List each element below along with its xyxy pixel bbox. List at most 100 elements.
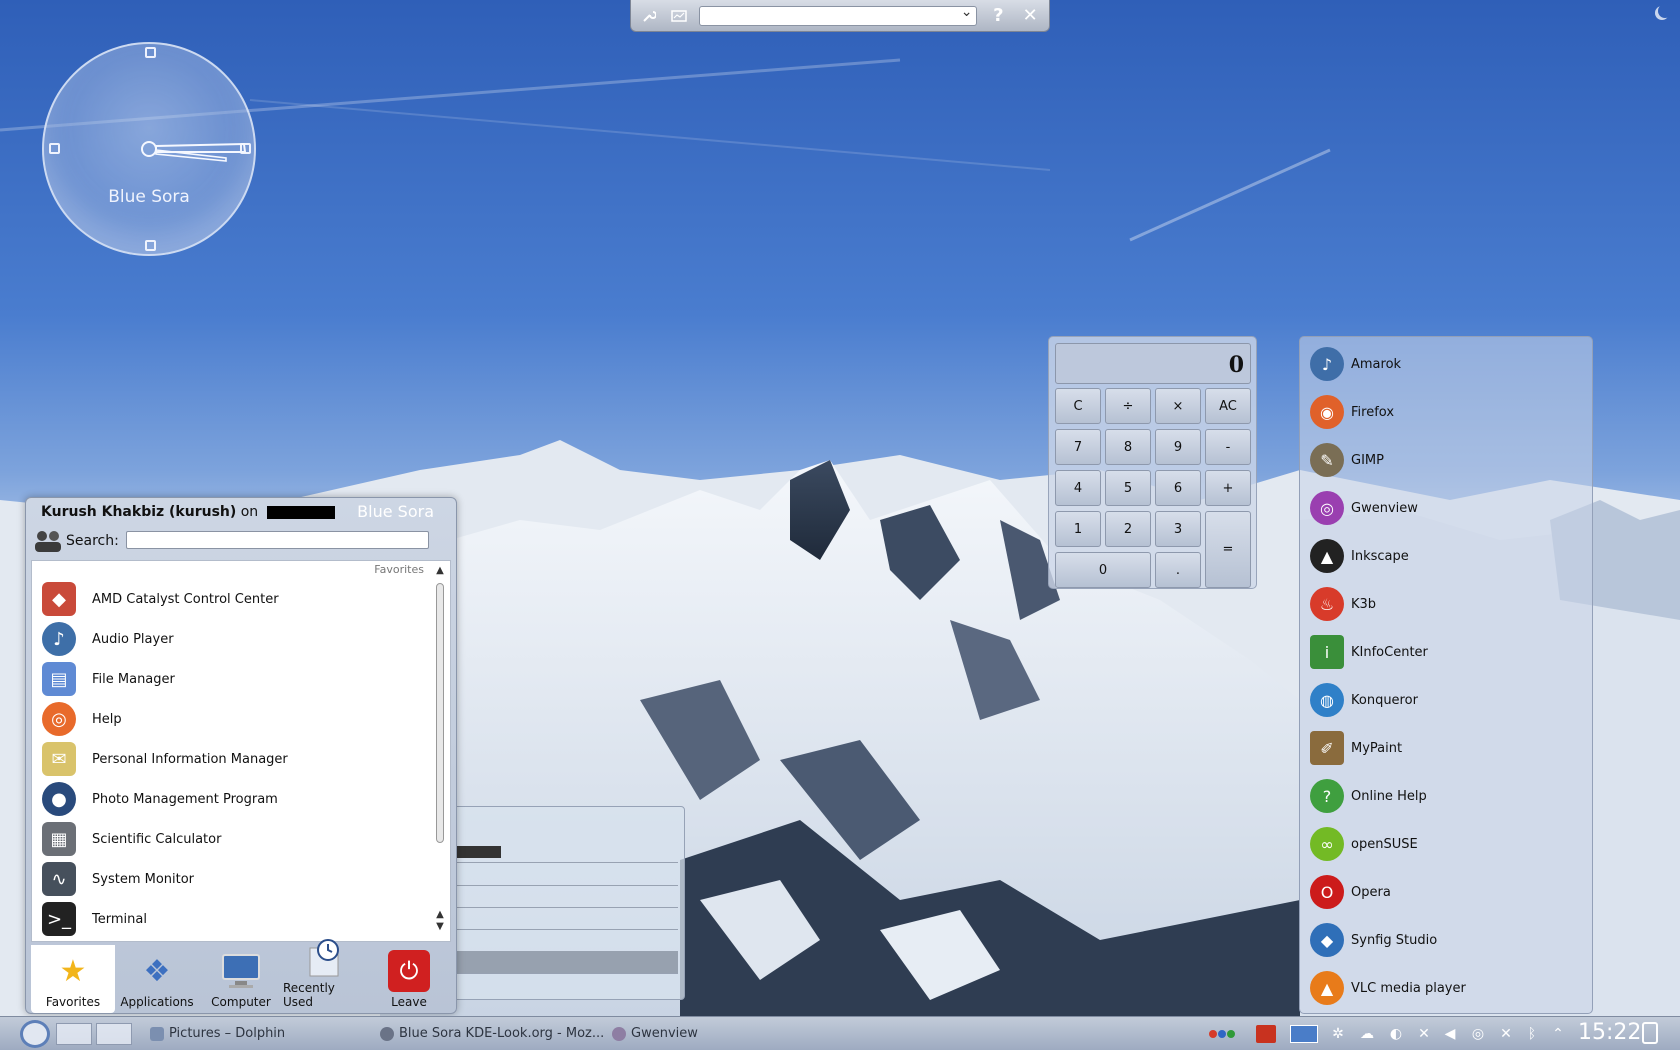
tools-icon[interactable]: ✕ xyxy=(1414,1025,1434,1043)
launcher-kinfocenter[interactable]: i KInfoCenter xyxy=(1310,632,1428,672)
calc-minus-button[interactable]: - xyxy=(1205,429,1251,465)
calc-clear-button[interactable]: C xyxy=(1055,388,1101,424)
lock-icon[interactable] xyxy=(1642,1022,1658,1044)
list-item[interactable]: ∿ System Monitor xyxy=(42,859,412,899)
gwenview-icon: ◎ xyxy=(1310,491,1344,525)
list-item[interactable]: ♪ Audio Player xyxy=(42,619,412,659)
tab-computer[interactable]: Computer xyxy=(199,945,283,1013)
list-item[interactable]: ◆ AMD Catalyst Control Center xyxy=(42,579,412,619)
task-gwenview[interactable]: Gwenview xyxy=(612,1026,698,1041)
search-input[interactable] xyxy=(126,531,429,549)
divider xyxy=(456,885,678,886)
scroll-down-icon[interactable]: ▼ xyxy=(434,921,446,932)
network-icon[interactable]: ☁ xyxy=(1356,1025,1378,1043)
clock-label: Blue Sora xyxy=(108,187,190,207)
launcher-online-help[interactable]: ? Online Help xyxy=(1310,776,1427,816)
launcher-opensuse[interactable]: ∞ openSUSE xyxy=(1310,824,1418,864)
compass-icon[interactable]: ◐ xyxy=(1386,1025,1406,1043)
volume-icon[interactable]: ◀ xyxy=(1440,1025,1460,1043)
user-name: Kurush Khakbiz (kurush) xyxy=(41,504,237,520)
calc-7-button[interactable]: 7 xyxy=(1055,429,1101,465)
divider xyxy=(456,907,678,908)
settings-icon[interactable]: ✕ xyxy=(1496,1025,1516,1043)
task-dolphin[interactable]: Pictures – Dolphin xyxy=(150,1026,285,1041)
gear-icon[interactable]: ✲ xyxy=(1328,1025,1348,1043)
calc-divide-button[interactable]: ÷ xyxy=(1105,388,1151,424)
launcher-synfig[interactable]: ◆ Synfig Studio xyxy=(1310,920,1437,960)
calc-5-button[interactable]: 5 xyxy=(1105,470,1151,506)
opera-icon: O xyxy=(1310,875,1344,909)
launcher-label: K3b xyxy=(1351,596,1377,612)
calc-8-button[interactable]: 8 xyxy=(1105,429,1151,465)
app-tray-icon[interactable] xyxy=(1256,1025,1276,1043)
launcher-mypaint[interactable]: ✐ MyPaint xyxy=(1310,728,1402,768)
launcher-opera[interactable]: O Opera xyxy=(1310,872,1391,912)
launcher-k3b[interactable]: ♨ K3b xyxy=(1310,584,1376,624)
taskbar-clock[interactable]: 15:22 xyxy=(1578,1020,1641,1045)
pager-desktop-1[interactable] xyxy=(56,1023,92,1045)
list-item[interactable]: ▤ File Manager xyxy=(42,659,412,699)
activity-combo[interactable] xyxy=(698,4,978,26)
launcher-amarok[interactable]: ♪ Amarok xyxy=(1310,344,1401,384)
kinfocenter-icon: i xyxy=(1310,635,1344,669)
theme-brand: Blue Sora xyxy=(357,502,434,521)
calc-equals-button[interactable]: = xyxy=(1205,511,1251,588)
tab-recently-used[interactable]: Recently Used xyxy=(283,939,367,1013)
calc-plus-button[interactable]: + xyxy=(1205,470,1251,506)
bluetooth-icon[interactable]: ᛒ xyxy=(1524,1025,1540,1043)
tab-applications[interactable]: ❖ Applications xyxy=(115,945,199,1013)
wrench-icon[interactable] xyxy=(639,6,659,26)
on-label: on xyxy=(240,504,259,520)
calc-dot-button[interactable]: . xyxy=(1155,552,1201,588)
launcher-inkscape[interactable]: ▲ Inkscape xyxy=(1310,536,1409,576)
calculator-icon: ▦ xyxy=(42,822,76,856)
task-label: Pictures – Dolphin xyxy=(169,1026,286,1041)
disc-icon[interactable]: ◎ xyxy=(1468,1025,1488,1043)
inkscape-icon: ▲ xyxy=(1310,539,1344,573)
row-highlight xyxy=(456,951,678,973)
calc-6-button[interactable]: 6 xyxy=(1155,470,1201,506)
list-item[interactable]: ✉ Personal Information Manager xyxy=(42,739,412,779)
list-item[interactable]: >_ Terminal xyxy=(42,899,412,939)
list-item[interactable]: ● Photo Management Program xyxy=(42,779,412,819)
color-dots-icon[interactable] xyxy=(1208,1025,1242,1043)
calc-1-button[interactable]: 1 xyxy=(1055,511,1101,547)
calc-allclear-button[interactable]: AC xyxy=(1205,388,1251,424)
launcher-firefox[interactable]: ◉ Firefox xyxy=(1310,392,1394,432)
chevron-up-icon[interactable]: ⌃ xyxy=(1550,1025,1566,1043)
help-button[interactable]: ? xyxy=(987,5,1009,27)
launcher-gwenview[interactable]: ◎ Gwenview xyxy=(1310,488,1418,528)
task-label: Blue Sora KDE-Look.org - Moz... xyxy=(399,1026,605,1041)
calc-3-button[interactable]: 3 xyxy=(1155,511,1201,547)
taskbar: Pictures – Dolphin Blue Sora KDE-Look.or… xyxy=(0,1016,1680,1050)
calc-0-button[interactable]: 0 xyxy=(1055,552,1151,588)
scroll-up-icon[interactable]: ▲ xyxy=(434,909,446,920)
list-item[interactable]: ◎ Help xyxy=(42,699,412,739)
pager-desktop-2[interactable] xyxy=(96,1023,132,1045)
clock-widget[interactable]: Blue Sora xyxy=(42,42,256,256)
launcher-konqueror[interactable]: ◍ Konqueror xyxy=(1310,680,1418,720)
application-launcher-button[interactable] xyxy=(20,1020,50,1048)
display-tray-icon[interactable] xyxy=(1290,1025,1318,1043)
moon-icon xyxy=(1658,4,1672,18)
calc-2-button[interactable]: 2 xyxy=(1105,511,1151,547)
tab-favorites[interactable]: ★ Favorites xyxy=(31,945,115,1013)
firefox-icon xyxy=(380,1026,394,1041)
scrollbar[interactable]: ▲ ▲ ▼ xyxy=(434,565,446,935)
tab-leave[interactable]: ⏻ Leave xyxy=(367,945,451,1013)
launcher-vlc[interactable]: ▲ VLC media player xyxy=(1310,968,1466,1008)
calc-4-button[interactable]: 4 xyxy=(1055,470,1101,506)
launcher-label: KInfoCenter xyxy=(1351,644,1428,660)
scroll-up-icon[interactable]: ▲ xyxy=(434,565,446,576)
activity-icon[interactable] xyxy=(669,6,689,26)
launcher-gimp[interactable]: ✎ GIMP xyxy=(1310,440,1384,480)
list-item-label: Scientific Calculator xyxy=(92,831,222,847)
synfig-icon: ◆ xyxy=(1310,923,1344,957)
scrollbar-thumb[interactable] xyxy=(436,583,444,843)
calc-9-button[interactable]: 9 xyxy=(1155,429,1201,465)
tab-label: Leave xyxy=(391,995,427,1009)
list-item[interactable]: ▦ Scientific Calculator xyxy=(42,819,412,859)
close-button[interactable]: ✕ xyxy=(1019,5,1041,27)
calc-multiply-button[interactable]: × xyxy=(1155,388,1201,424)
task-firefox[interactable]: Blue Sora KDE-Look.org - Moz... xyxy=(380,1026,604,1041)
